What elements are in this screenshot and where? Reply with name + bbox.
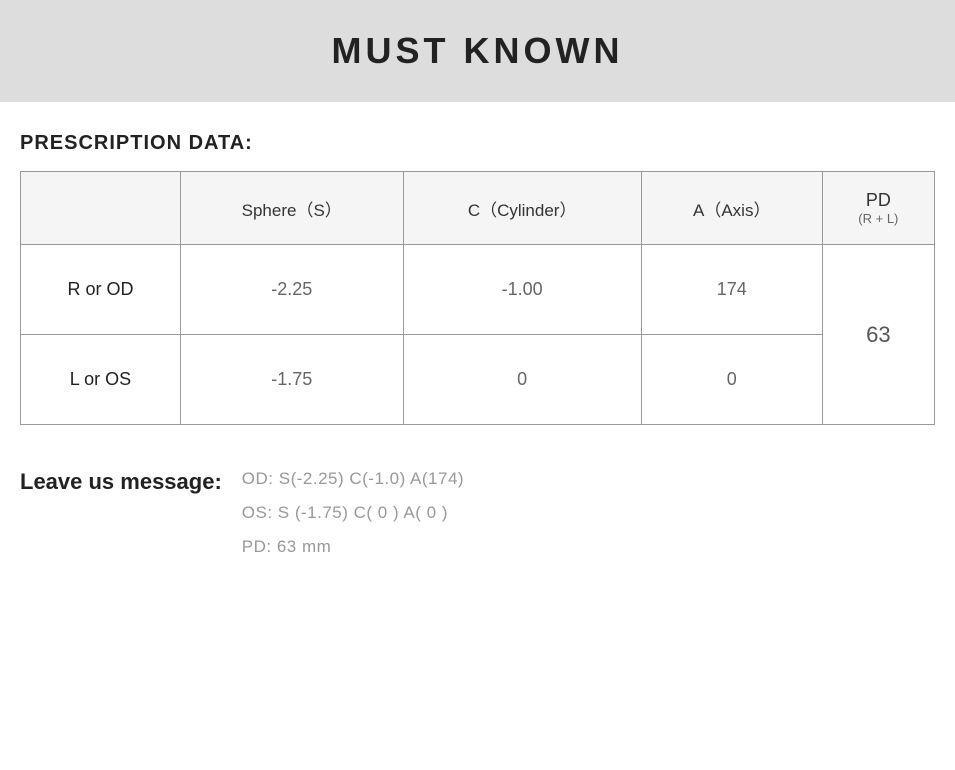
row-od-sphere: -2.25 bbox=[180, 245, 403, 335]
message-line-os: OS: S (-1.75) C( 0 ) A( 0 ) bbox=[242, 503, 464, 523]
pd-label: PD bbox=[833, 190, 924, 211]
message-lines: OD: S(-2.25) C(-1.0) A(174) OS: S (-1.75… bbox=[242, 465, 464, 557]
page-title: MUST KNOWN bbox=[20, 30, 935, 72]
table-row: L or OS -1.75 0 0 bbox=[21, 335, 935, 425]
message-line-od: OD: S(-2.25) C(-1.0) A(174) bbox=[242, 469, 464, 489]
pd-sub-label: (R + L) bbox=[833, 211, 924, 226]
row-os-label: L or OS bbox=[21, 335, 181, 425]
table-header-row: Sphere（S） C（Cylinder） A（Axis） PD (R + L) bbox=[21, 172, 935, 245]
row-od-axis: 174 bbox=[641, 245, 822, 335]
table-row: R or OD -2.25 -1.00 174 63 bbox=[21, 245, 935, 335]
col-header-empty bbox=[21, 172, 181, 245]
col-header-cylinder: C（Cylinder） bbox=[403, 172, 641, 245]
leave-message-section: Leave us message: OD: S(-2.25) C(-1.0) A… bbox=[20, 465, 935, 557]
col-header-pd: PD (R + L) bbox=[822, 172, 934, 245]
row-od-cylinder: -1.00 bbox=[403, 245, 641, 335]
row-os-sphere: -1.75 bbox=[180, 335, 403, 425]
header-banner: MUST KNOWN bbox=[0, 0, 955, 102]
row-od-label: R or OD bbox=[21, 245, 181, 335]
row-os-axis: 0 bbox=[641, 335, 822, 425]
col-header-axis: A（Axis） bbox=[641, 172, 822, 245]
pd-value: 63 bbox=[822, 245, 934, 425]
message-line-pd: PD: 63 mm bbox=[242, 537, 464, 557]
section-title: PRESCRIPTION DATA: bbox=[20, 132, 935, 155]
prescription-table: Sphere（S） C（Cylinder） A（Axis） PD (R + L)… bbox=[20, 171, 935, 425]
main-content: PRESCRIPTION DATA: Sphere（S） C（Cylinder）… bbox=[0, 132, 955, 597]
leave-message-label: Leave us message: bbox=[20, 465, 222, 495]
col-header-sphere: Sphere（S） bbox=[180, 172, 403, 245]
row-os-cylinder: 0 bbox=[403, 335, 641, 425]
